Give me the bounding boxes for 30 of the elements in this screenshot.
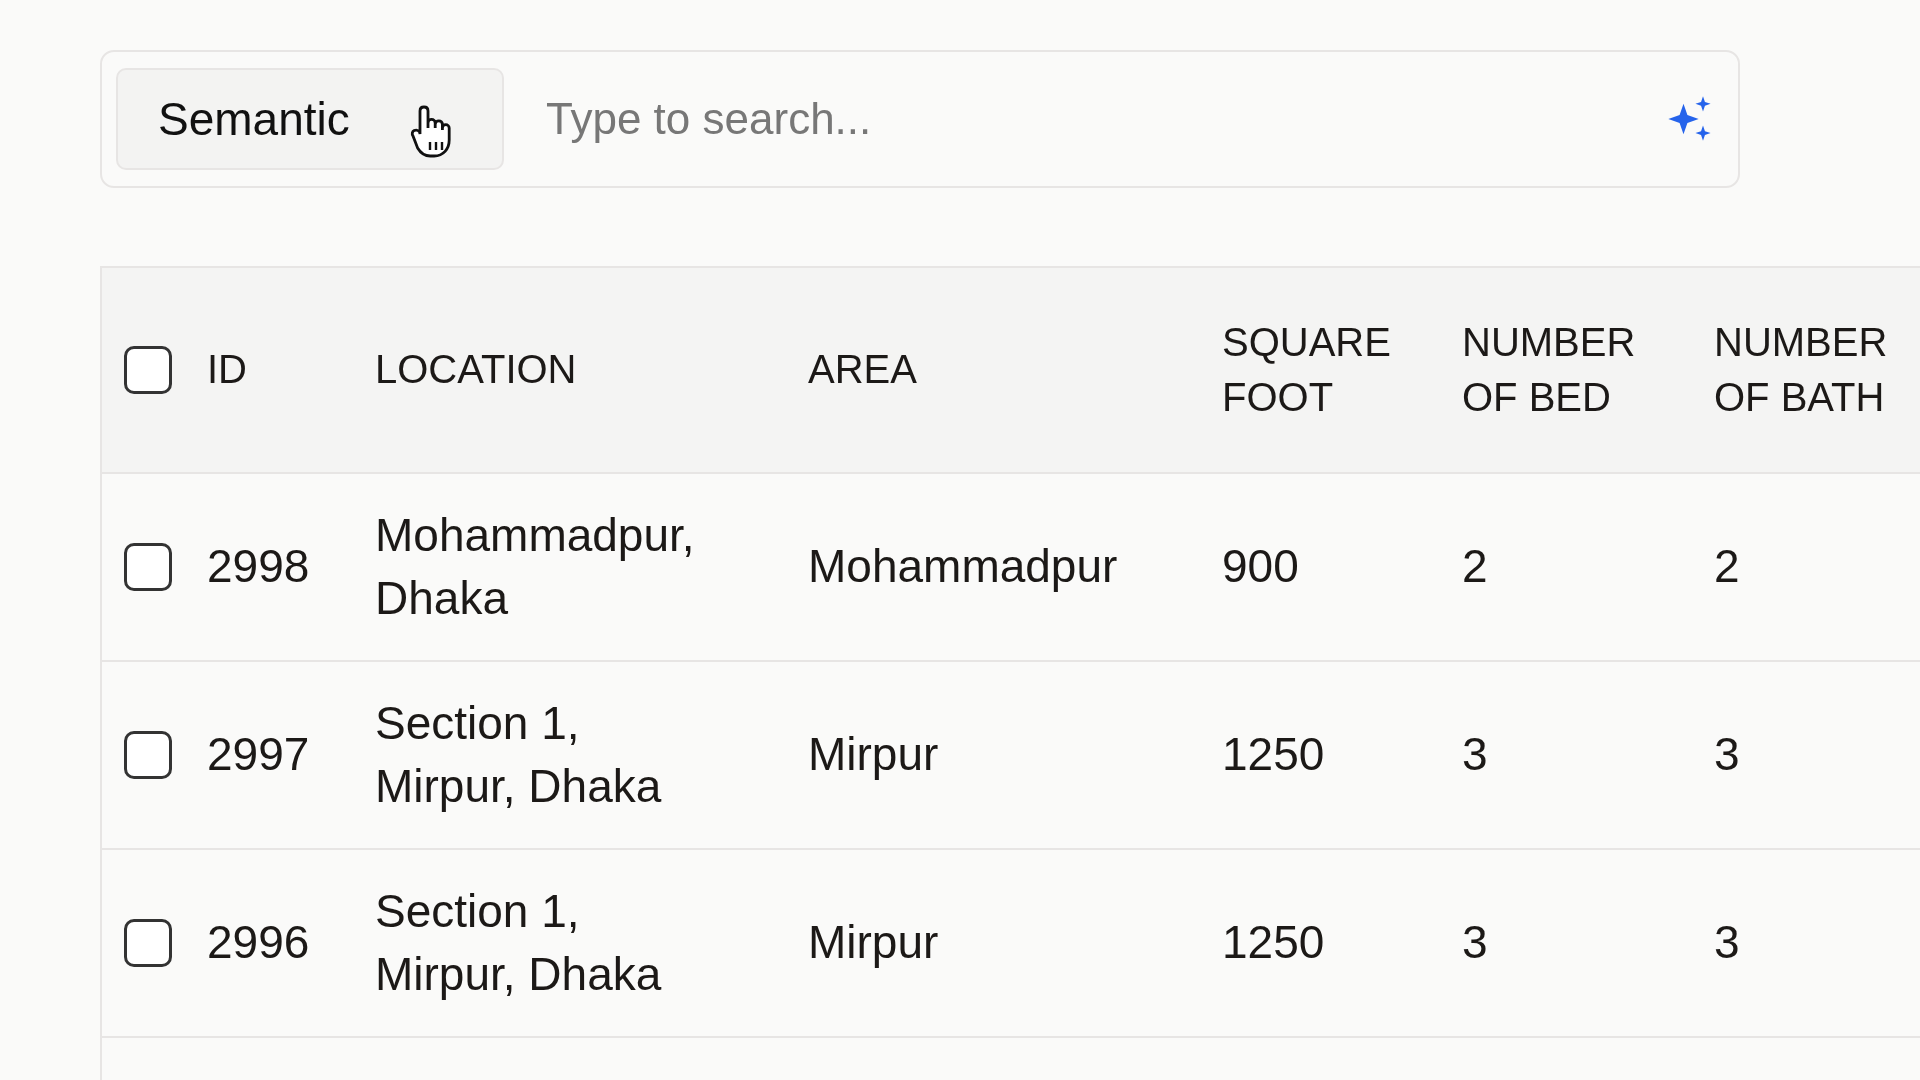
table-cell-text: Section 1, Mirpur, Dhaka (375, 695, 663, 814)
search-field[interactable]: Type to search... (544, 93, 1624, 145)
table-cell-text: 2997 (207, 727, 311, 783)
table-cell-text: Section 1, Mirpur, Dhaka (375, 883, 663, 1002)
table-cell-text: Mohammadpur, Dhaka (375, 507, 696, 626)
row-checkbox[interactable] (124, 543, 172, 591)
table-cell-text: 2998 (207, 539, 311, 595)
table-cell-text: 1250 (1222, 915, 1326, 971)
table-cell-text: 2 (1714, 539, 1741, 595)
table-cell-text: 3 (1714, 727, 1741, 783)
table-cell-text: Mirpur (808, 727, 940, 783)
table-cell-text: Mirpur (808, 915, 940, 971)
column-header: AREA (808, 346, 917, 394)
table-cell-text: 1250 (1222, 727, 1326, 783)
row-checkbox[interactable] (124, 731, 172, 779)
table-cell-text: 3 (1462, 727, 1489, 783)
table-cell-text: 2996 (207, 915, 311, 971)
table-cell-text: 3 (1462, 915, 1489, 971)
table-cell-text: 3 (1714, 915, 1741, 971)
column-header: SQUARE FOOT (1222, 318, 1392, 421)
column-header: LOCATION (375, 346, 577, 394)
row-checkbox[interactable] (124, 919, 172, 967)
column-header: NUMBER OF BED (1462, 318, 1637, 421)
column-header: ID (207, 346, 247, 394)
row-checkbox[interactable] (124, 346, 172, 394)
column-header: NUMBER OF BATH (1714, 318, 1889, 421)
table-cell-text: Mohammadpur (808, 539, 1119, 595)
mode-button[interactable]: Semantic (116, 68, 504, 170)
table-cell-text: 900 (1222, 539, 1300, 595)
table-cell-text: 2 (1462, 539, 1489, 595)
